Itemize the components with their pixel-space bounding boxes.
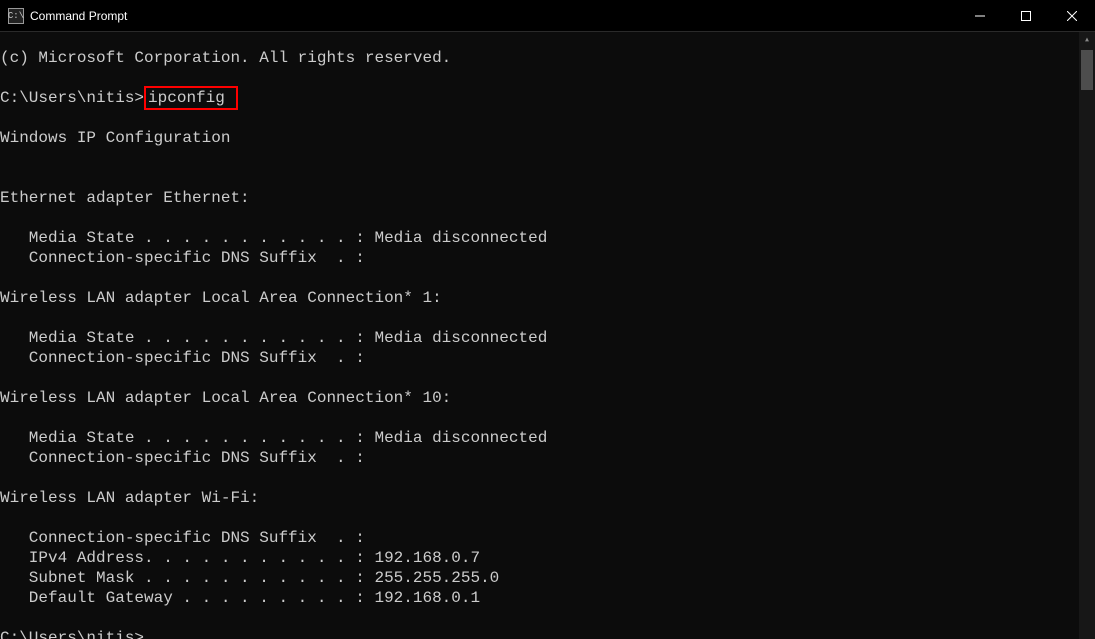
close-icon xyxy=(1067,11,1077,21)
terminal-area[interactable]: (c) Microsoft Corporation. All rights re… xyxy=(0,32,1095,639)
command-highlight: ipconfig xyxy=(144,86,238,110)
cmd-icon: C:\ xyxy=(8,8,24,24)
minimize-button[interactable] xyxy=(957,0,1003,31)
window-title: Command Prompt xyxy=(30,9,957,23)
close-button[interactable] xyxy=(1049,0,1095,31)
scroll-up-arrow-icon[interactable]: ▴ xyxy=(1079,32,1095,48)
titlebar: C:\ Command Prompt xyxy=(0,0,1095,32)
minimize-icon xyxy=(975,11,985,21)
maximize-button[interactable] xyxy=(1003,0,1049,31)
window-controls xyxy=(957,0,1095,31)
terminal-output: (c) Microsoft Corporation. All rights re… xyxy=(0,32,1095,639)
scroll-thumb[interactable] xyxy=(1081,50,1093,90)
scrollbar[interactable]: ▴ xyxy=(1079,32,1095,639)
maximize-icon xyxy=(1021,11,1031,21)
